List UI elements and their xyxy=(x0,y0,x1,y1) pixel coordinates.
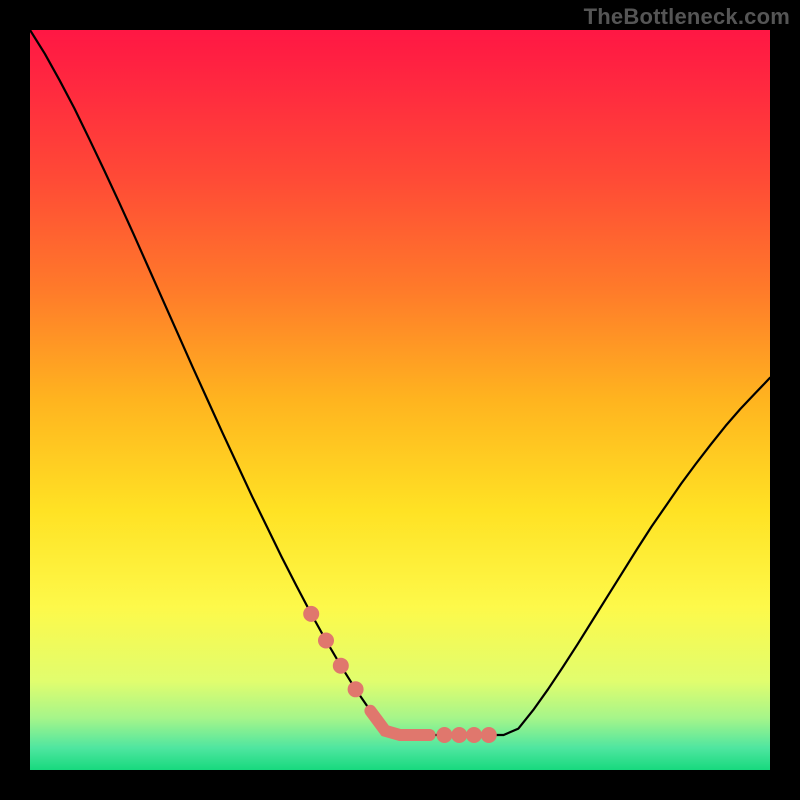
highlight-dot xyxy=(348,681,364,697)
highlight-dot xyxy=(318,633,334,649)
highlight-dot xyxy=(303,606,319,622)
highlight-dot xyxy=(436,727,452,743)
site-watermark: TheBottleneck.com xyxy=(584,4,790,30)
highlight-dot xyxy=(333,658,349,674)
gradient-background xyxy=(30,30,770,770)
highlight-dot xyxy=(451,727,467,743)
chart-stage: TheBottleneck.com xyxy=(0,0,800,800)
bottleneck-chart xyxy=(0,0,800,800)
highlight-dot xyxy=(481,727,497,743)
highlight-dot xyxy=(466,727,482,743)
